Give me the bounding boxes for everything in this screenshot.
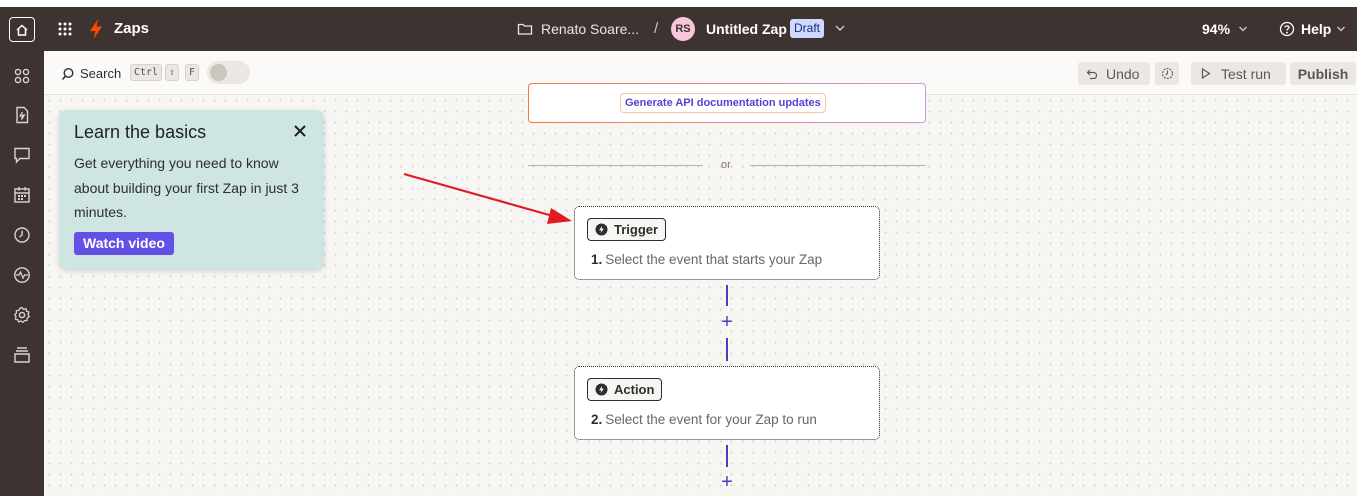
close-icon[interactable] — [293, 124, 307, 138]
search-button[interactable]: Search — [80, 66, 121, 81]
zaps-icon[interactable] — [12, 105, 32, 125]
learn-card-title: Learn the basics — [74, 122, 207, 142]
add-step-button[interactable]: + — [718, 312, 736, 332]
top-bar: Zaps Renato Soare... / RS Untitled Zap D… — [0, 7, 1357, 51]
shortcut-key-shift: ⇧ — [165, 64, 180, 81]
connector-line — [726, 338, 728, 361]
interfaces-icon[interactable] — [12, 145, 32, 165]
canvas-toggle[interactable] — [207, 61, 250, 84]
add-step-button[interactable]: + — [718, 472, 736, 492]
divider-left — [528, 165, 703, 166]
apps-icon[interactable] — [12, 66, 32, 86]
connector-line — [726, 445, 728, 467]
undo-button[interactable]: Undo — [1078, 62, 1150, 85]
ai-suggestion-card: Generate API documentation updates — [528, 83, 926, 123]
trigger-description: 1. Select the event that starts your Zap — [591, 252, 822, 267]
action-step-number: 2. — [591, 412, 603, 427]
calendar-icon[interactable] — [12, 185, 32, 205]
connector-line — [726, 285, 728, 306]
publish-button[interactable]: Publish — [1290, 62, 1356, 85]
test-run-button[interactable]: Test run — [1191, 62, 1286, 85]
zoom-level[interactable]: 94% — [1202, 21, 1230, 37]
trigger-step-card[interactable]: Trigger 1. Select the event that starts y… — [574, 206, 880, 280]
undo-icon — [1086, 69, 1098, 79]
home-button[interactable] — [9, 17, 35, 42]
learn-card-body: Get everything you need to know about bu… — [74, 155, 299, 220]
trigger-chip: Trigger — [587, 218, 667, 241]
home-icon — [16, 23, 28, 36]
annotation-arrow-icon — [403, 172, 572, 224]
learn-basics-card: Learn the basics Get everything you need… — [59, 110, 324, 269]
shortcut-key-f: F — [185, 64, 200, 81]
zap-name[interactable]: Untitled Zap — [706, 21, 787, 37]
chevron-down-icon[interactable] — [1336, 24, 1346, 34]
test-run-label: Test run — [1221, 65, 1271, 82]
history-icon[interactable] — [12, 225, 32, 245]
folder-icon — [517, 23, 533, 35]
help-menu[interactable]: Help — [1301, 21, 1331, 37]
history-icon — [1161, 67, 1173, 80]
trigger-step-number: 1. — [591, 252, 603, 267]
window-top-strip — [0, 0, 1357, 7]
play-icon — [1201, 68, 1211, 79]
search-icon[interactable] — [61, 67, 75, 81]
bolt-circle-icon — [595, 223, 608, 236]
settings-icon[interactable] — [12, 305, 32, 325]
activity-icon[interactable] — [12, 265, 32, 285]
trigger-description-text: Select the event that starts your Zap — [605, 252, 823, 267]
breadcrumb-separator: / — [654, 20, 659, 37]
divider-right — [750, 165, 926, 166]
shortcut-key-ctrl: Ctrl — [130, 64, 163, 81]
action-step-card[interactable]: Action 2. Select the event for your Zap t… — [574, 366, 880, 440]
toggle-knob — [210, 64, 227, 81]
undo-label: Undo — [1106, 65, 1140, 82]
help-icon — [1279, 21, 1295, 37]
archive-icon[interactable] — [12, 345, 32, 365]
chevron-down-icon[interactable] — [1238, 24, 1248, 34]
action-chip-label: Action — [614, 382, 655, 397]
zap-bolt-icon — [90, 19, 102, 39]
watch-video-button[interactable]: Watch video — [74, 232, 174, 255]
left-sidebar — [0, 51, 44, 496]
divider-or: or — [721, 159, 731, 171]
bolt-circle-icon — [595, 383, 608, 396]
action-description-text: Select the event for your Zap to run — [605, 412, 817, 427]
avatar[interactable]: RS — [671, 17, 695, 41]
app-title[interactable]: Zaps — [114, 20, 149, 37]
action-chip: Action — [587, 378, 663, 401]
action-description: 2. Select the event for your Zap to run — [591, 412, 817, 427]
ai-suggestion-chip[interactable]: Generate API documentation updates — [620, 93, 826, 113]
apps-grid-icon[interactable] — [56, 20, 74, 38]
folder-name-link[interactable]: Renato Soare... — [541, 21, 639, 37]
chevron-down-icon[interactable] — [834, 22, 846, 34]
trigger-chip-label: Trigger — [614, 222, 659, 237]
status-badge: Draft — [790, 19, 825, 38]
version-history-button[interactable] — [1155, 62, 1179, 85]
